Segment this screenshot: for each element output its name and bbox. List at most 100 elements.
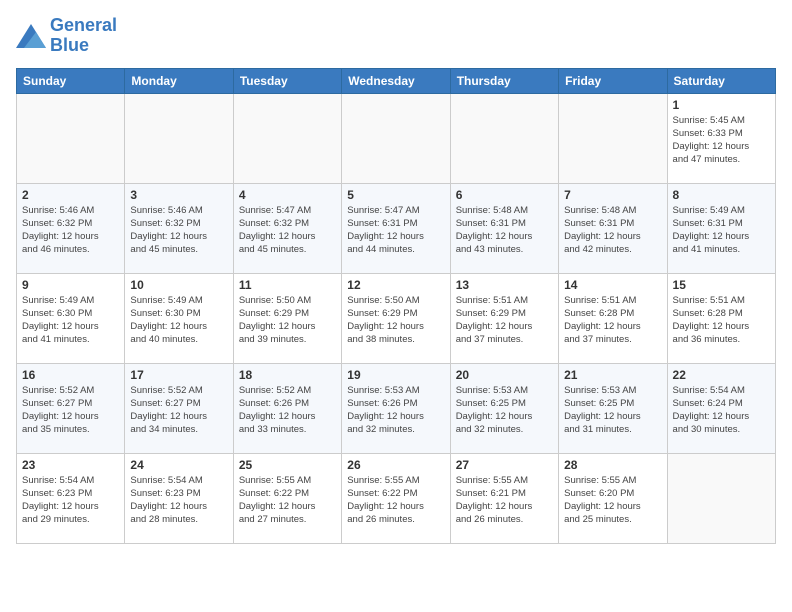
calendar-cell: 7 Sunrise: 5:48 AM Sunset: 6:31 PM Daylig… (559, 183, 667, 273)
day-number: 14 (564, 278, 661, 292)
logo: General Blue (16, 16, 117, 56)
calendar-cell: 24 Sunrise: 5:54 AM Sunset: 6:23 PM Dayli… (125, 453, 233, 543)
calendar-cell (342, 93, 450, 183)
calendar-cell: 13 Sunrise: 5:51 AM Sunset: 6:29 PM Dayli… (450, 273, 558, 363)
day-info: Sunrise: 5:51 AM Sunset: 6:29 PM Dayligh… (456, 294, 553, 347)
day-info: Sunrise: 5:55 AM Sunset: 6:22 PM Dayligh… (239, 474, 336, 527)
day-info: Sunrise: 5:49 AM Sunset: 6:31 PM Dayligh… (673, 204, 770, 257)
day-info: Sunrise: 5:47 AM Sunset: 6:32 PM Dayligh… (239, 204, 336, 257)
calendar-week-2: 2 Sunrise: 5:46 AM Sunset: 6:32 PM Daylig… (17, 183, 776, 273)
day-number: 8 (673, 188, 770, 202)
calendar-week-5: 23 Sunrise: 5:54 AM Sunset: 6:23 PM Dayli… (17, 453, 776, 543)
logo-icon (16, 24, 46, 48)
day-info: Sunrise: 5:55 AM Sunset: 6:21 PM Dayligh… (456, 474, 553, 527)
calendar-cell (125, 93, 233, 183)
day-info: Sunrise: 5:49 AM Sunset: 6:30 PM Dayligh… (130, 294, 227, 347)
calendar-week-3: 9 Sunrise: 5:49 AM Sunset: 6:30 PM Daylig… (17, 273, 776, 363)
calendar-cell: 15 Sunrise: 5:51 AM Sunset: 6:28 PM Dayli… (667, 273, 775, 363)
calendar-cell: 20 Sunrise: 5:53 AM Sunset: 6:25 PM Dayli… (450, 363, 558, 453)
calendar-week-1: 1 Sunrise: 5:45 AM Sunset: 6:33 PM Daylig… (17, 93, 776, 183)
calendar-cell: 17 Sunrise: 5:52 AM Sunset: 6:27 PM Dayli… (125, 363, 233, 453)
day-info: Sunrise: 5:53 AM Sunset: 6:26 PM Dayligh… (347, 384, 444, 437)
day-number: 25 (239, 458, 336, 472)
day-info: Sunrise: 5:46 AM Sunset: 6:32 PM Dayligh… (22, 204, 119, 257)
day-info: Sunrise: 5:51 AM Sunset: 6:28 PM Dayligh… (564, 294, 661, 347)
day-number: 5 (347, 188, 444, 202)
calendar-cell: 19Sunrise: 5:53 AM Sunset: 6:26 PM Dayli… (342, 363, 450, 453)
calendar-cell: 14 Sunrise: 5:51 AM Sunset: 6:28 PM Dayli… (559, 273, 667, 363)
day-number: 3 (130, 188, 227, 202)
day-number: 23 (22, 458, 119, 472)
calendar-cell: 27Sunrise: 5:55 AM Sunset: 6:21 PM Dayli… (450, 453, 558, 543)
calendar-cell: 22 Sunrise: 5:54 AM Sunset: 6:24 PM Dayli… (667, 363, 775, 453)
calendar-cell (233, 93, 341, 183)
day-number: 12 (347, 278, 444, 292)
calendar-cell: 21 Sunrise: 5:53 AM Sunset: 6:25 PM Dayli… (559, 363, 667, 453)
day-info: Sunrise: 5:46 AM Sunset: 6:32 PM Dayligh… (130, 204, 227, 257)
page-header: General Blue (16, 16, 776, 56)
calendar-cell: 12 Sunrise: 5:50 AM Sunset: 6:29 PM Dayli… (342, 273, 450, 363)
day-number: 10 (130, 278, 227, 292)
logo-text: General Blue (50, 16, 117, 56)
calendar-cell: 26 Sunrise: 5:55 AM Sunset: 6:22 PM Dayli… (342, 453, 450, 543)
weekday-header-friday: Friday (559, 68, 667, 93)
day-number: 9 (22, 278, 119, 292)
day-number: 16 (22, 368, 119, 382)
day-info: Sunrise: 5:52 AM Sunset: 6:27 PM Dayligh… (130, 384, 227, 437)
day-info: Sunrise: 5:53 AM Sunset: 6:25 PM Dayligh… (564, 384, 661, 437)
day-number: 18 (239, 368, 336, 382)
day-info: Sunrise: 5:54 AM Sunset: 6:24 PM Dayligh… (673, 384, 770, 437)
calendar-cell: 3 Sunrise: 5:46 AM Sunset: 6:32 PM Daylig… (125, 183, 233, 273)
day-info: Sunrise: 5:52 AM Sunset: 6:27 PM Dayligh… (22, 384, 119, 437)
day-number: 15 (673, 278, 770, 292)
day-number: 1 (673, 98, 770, 112)
day-number: 26 (347, 458, 444, 472)
day-number: 28 (564, 458, 661, 472)
calendar-cell: 1 Sunrise: 5:45 AM Sunset: 6:33 PM Daylig… (667, 93, 775, 183)
day-info: Sunrise: 5:52 AM Sunset: 6:26 PM Dayligh… (239, 384, 336, 437)
day-number: 13 (456, 278, 553, 292)
day-number: 4 (239, 188, 336, 202)
day-info: Sunrise: 5:54 AM Sunset: 6:23 PM Dayligh… (130, 474, 227, 527)
calendar-cell: 9Sunrise: 5:49 AM Sunset: 6:30 PM Daylig… (17, 273, 125, 363)
calendar-cell: 18 Sunrise: 5:52 AM Sunset: 6:26 PM Dayli… (233, 363, 341, 453)
day-number: 24 (130, 458, 227, 472)
day-number: 17 (130, 368, 227, 382)
day-info: Sunrise: 5:55 AM Sunset: 6:20 PM Dayligh… (564, 474, 661, 527)
calendar-cell: 8 Sunrise: 5:49 AM Sunset: 6:31 PM Daylig… (667, 183, 775, 273)
day-info: Sunrise: 5:53 AM Sunset: 6:25 PM Dayligh… (456, 384, 553, 437)
day-number: 22 (673, 368, 770, 382)
day-info: Sunrise: 5:55 AM Sunset: 6:22 PM Dayligh… (347, 474, 444, 527)
weekday-header-tuesday: Tuesday (233, 68, 341, 93)
calendar-table: SundayMondayTuesdayWednesdayThursdayFrid… (16, 68, 776, 544)
day-info: Sunrise: 5:51 AM Sunset: 6:28 PM Dayligh… (673, 294, 770, 347)
day-info: Sunrise: 5:48 AM Sunset: 6:31 PM Dayligh… (456, 204, 553, 257)
calendar-cell (667, 453, 775, 543)
calendar-cell: 16 Sunrise: 5:52 AM Sunset: 6:27 PM Dayli… (17, 363, 125, 453)
calendar-cell: 5 Sunrise: 5:47 AM Sunset: 6:31 PM Daylig… (342, 183, 450, 273)
day-number: 20 (456, 368, 553, 382)
weekday-header-monday: Monday (125, 68, 233, 93)
day-info: Sunrise: 5:48 AM Sunset: 6:31 PM Dayligh… (564, 204, 661, 257)
day-info: Sunrise: 5:54 AM Sunset: 6:23 PM Dayligh… (22, 474, 119, 527)
weekday-header-wednesday: Wednesday (342, 68, 450, 93)
day-info: Sunrise: 5:47 AM Sunset: 6:31 PM Dayligh… (347, 204, 444, 257)
calendar-cell: 6Sunrise: 5:48 AM Sunset: 6:31 PM Daylig… (450, 183, 558, 273)
calendar-cell: 10 Sunrise: 5:49 AM Sunset: 6:30 PM Dayli… (125, 273, 233, 363)
day-info: Sunrise: 5:45 AM Sunset: 6:33 PM Dayligh… (673, 114, 770, 167)
calendar-cell: 4 Sunrise: 5:47 AM Sunset: 6:32 PM Daylig… (233, 183, 341, 273)
day-info: Sunrise: 5:50 AM Sunset: 6:29 PM Dayligh… (347, 294, 444, 347)
day-number: 7 (564, 188, 661, 202)
day-number: 21 (564, 368, 661, 382)
calendar-week-4: 16 Sunrise: 5:52 AM Sunset: 6:27 PM Dayli… (17, 363, 776, 453)
calendar-cell: 25 Sunrise: 5:55 AM Sunset: 6:22 PM Dayli… (233, 453, 341, 543)
weekday-header-thursday: Thursday (450, 68, 558, 93)
calendar-cell: 28 Sunrise: 5:55 AM Sunset: 6:20 PM Dayli… (559, 453, 667, 543)
calendar-cell (559, 93, 667, 183)
weekday-header-sunday: Sunday (17, 68, 125, 93)
calendar-cell (450, 93, 558, 183)
calendar-cell (17, 93, 125, 183)
calendar-cell: 23 Sunrise: 5:54 AM Sunset: 6:23 PM Dayli… (17, 453, 125, 543)
weekday-header-row: SundayMondayTuesdayWednesdayThursdayFrid… (17, 68, 776, 93)
day-number: 2 (22, 188, 119, 202)
